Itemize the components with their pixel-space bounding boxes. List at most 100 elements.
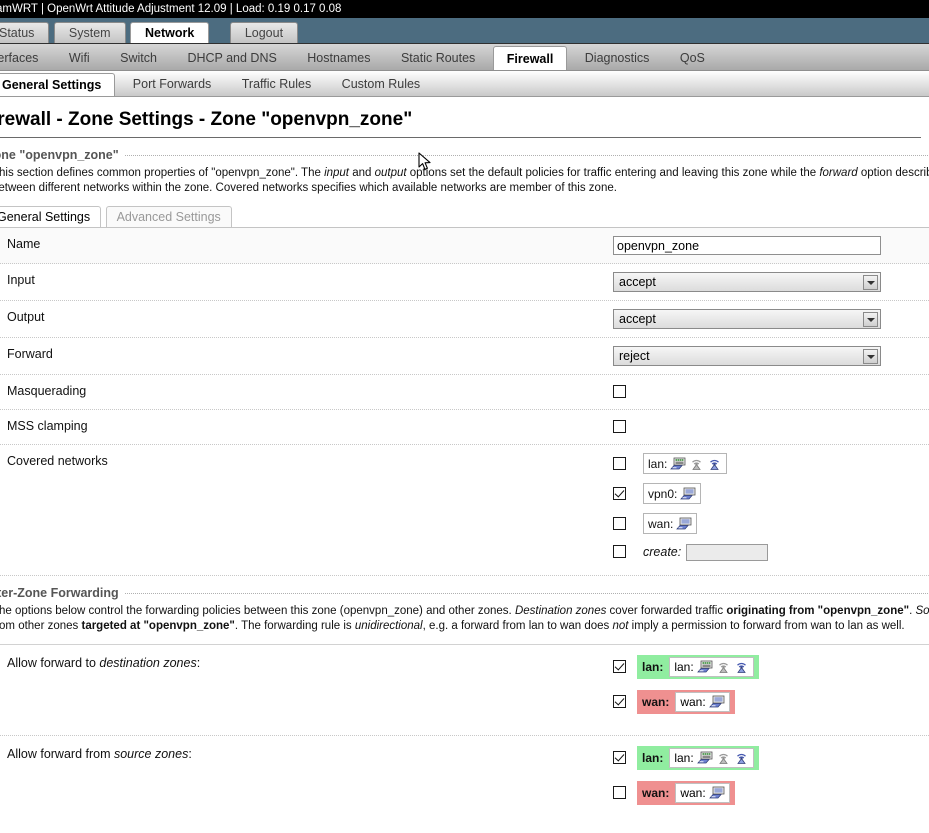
tab-port-forwards[interactable]: Port Forwards [120,73,225,96]
src-zone-wan-checkbox[interactable] [613,786,626,800]
zone-tab-general-settings[interactable]: General Settings [0,206,102,227]
destination-zone-row: wan: wan: [613,690,929,714]
zone-legend-text: Zone "openvpn_zone" [0,148,119,162]
wireless-active-icon [734,660,749,674]
ethernet-icon [670,457,686,471]
destination-zones-label: Allow forward to destination zones: [0,655,613,672]
forward-label: Forward [7,347,53,361]
desc-text: . The forwarding rule is [234,620,355,632]
name-input[interactable] [613,236,881,255]
desc-em-output: output [374,167,407,179]
subnav-label: Switch [120,51,157,65]
masquerading-checkbox[interactable] [613,385,626,399]
nav-item-network[interactable]: Network [130,22,210,43]
create-network-input[interactable] [686,543,769,561]
output-policy-value: accept [619,312,656,326]
tab-general-settings[interactable]: General Settings [0,73,116,96]
subnav-item-dhcp-and-dns[interactable]: DHCP and DNS [174,46,289,70]
subnav-item-interfaces[interactable]: nterfaces [0,46,51,70]
nav-item-logout[interactable]: Logout [229,22,299,43]
zone-tab-label: General Settings [0,210,91,224]
chevron-down-icon[interactable] [863,349,878,364]
covered-network-lan-checkbox[interactable] [613,457,626,470]
dest-zone-lan-checkbox[interactable] [613,660,626,674]
zone-name: wan: [642,786,670,800]
form-row-masquerading: Masquerading [0,375,929,410]
desc-text: This section defines common properties o… [0,167,325,179]
source-zones-value-cell: lan: lan: wan: wan: [613,746,929,816]
network-name: lan: [648,456,668,471]
chevron-down-icon[interactable] [863,275,878,290]
desc-text: The options below control the forwarding… [0,605,515,617]
covered-network-wan-checkbox[interactable] [613,517,626,530]
nav-item-status[interactable]: Status [0,22,50,43]
network-name: wan: [680,695,706,709]
page-title: irewall - Zone Settings - Zone "openvpn_… [0,109,921,138]
subnav-item-diagnostics[interactable]: Diagnostics [572,46,663,70]
nav-label: System [68,26,111,40]
network-name: lan: [674,660,694,674]
input-value-cell: accept [613,272,929,292]
covered-network-lan[interactable]: lan: [643,453,728,474]
form-row-mss-clamping: MSS clamping [0,410,929,445]
dest-zone-wan-checkbox[interactable] [613,695,626,709]
desc-text: options set the default policies for tra… [406,167,820,179]
subnav-item-firewall[interactable]: Firewall [492,46,568,70]
subnav-label: Static Routes [400,51,476,65]
desc-em-source-zones: Source zones [915,605,929,617]
zone-description: This section defines common properties o… [0,166,929,196]
subnav-item-wifi[interactable]: Wifi [56,46,103,70]
subnav-item-static-routes[interactable]: Static Routes [388,46,488,70]
forward-policy-select[interactable]: reject [613,346,881,366]
create-label: create: [643,545,682,559]
chevron-down-icon[interactable] [863,312,878,327]
mss-clamping-value-cell [613,418,929,436]
subnav-item-hostnames[interactable]: Hostnames [294,46,383,70]
input-policy-select[interactable]: accept [613,272,881,292]
nav-item-system[interactable]: System [53,22,126,43]
mss-clamping-checkbox[interactable] [613,420,626,434]
subnav-label: Hostnames [307,51,371,65]
desc-text: , e.g. a forward from lan to wan does [422,620,613,632]
system-status-text: amWRT | OpenWrt Attitude Adjustment 12.0… [0,3,342,15]
desc-em-not: not [612,620,629,632]
ethernet-icon [696,751,713,765]
create-network-row: create: [613,543,929,561]
tab-traffic-rules[interactable]: Traffic Rules [229,73,324,96]
checkbox-wrap [613,693,637,711]
subnav-item-qos[interactable]: QoS [667,46,718,70]
src-zone-lan-checkbox[interactable] [613,751,626,765]
destination-zone-row: lan: lan: [613,655,929,679]
src-zone-wan-badge[interactable]: wan: wan: [637,781,735,805]
subnav-item-switch[interactable]: Switch [107,46,170,70]
checkbox-wrap [613,543,643,561]
tertiary-navigation: General Settings Port Forwards Traffic R… [0,71,929,97]
covered-network-vpn0-checkbox[interactable] [613,487,626,500]
network-name: wan: [680,786,706,800]
legend-divider [124,154,929,156]
zone-tab-advanced-settings[interactable]: Advanced Settings [105,206,232,227]
dest-zone-wan-badge[interactable]: wan: wan: [637,690,735,714]
subnav-label: Firewall [506,52,554,66]
name-label: Name [7,237,41,251]
network-name: lan: [674,751,694,765]
output-policy-select[interactable]: accept [613,309,881,329]
subnav-label: Diagnostics [584,51,650,65]
ethernet-icon [708,786,725,800]
covered-network-wan[interactable]: wan: [643,513,698,534]
form-row-forward: Forward reject [0,338,929,375]
desc-em-forward: forward [819,167,858,179]
zone-form: Name Input accept Output acc [0,228,929,576]
masquerading-value-cell [613,383,929,401]
src-zone-lan-badge[interactable]: lan: lan: [637,746,759,770]
dest-zone-lan-badge[interactable]: lan: lan: [637,655,759,679]
covered-network-vpn0[interactable]: vpn0: [643,483,702,504]
tab-custom-rules[interactable]: Custom Rules [329,73,434,96]
create-network-checkbox[interactable] [613,545,626,559]
inter-zone-form: Allow forward to destination zones: lan:… [0,644,929,826]
wireless-icon [716,660,731,674]
wireless-active-icon [707,457,722,471]
inter-zone-description: The options below control the forwarding… [0,604,929,634]
network-name: wan: [648,516,674,531]
checkbox-wrap [613,457,643,470]
